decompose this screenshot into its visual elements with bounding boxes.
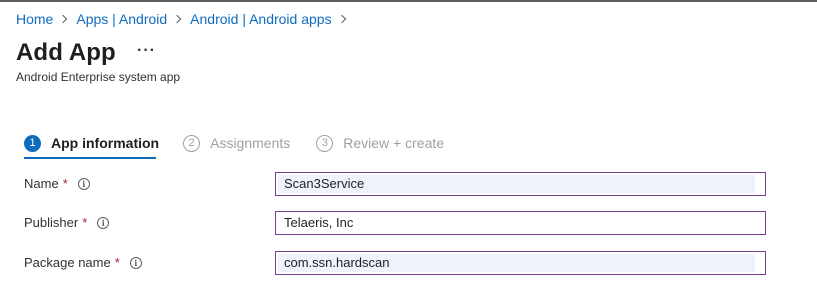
info-icon[interactable]: i bbox=[129, 256, 142, 269]
step-number-3: 3 bbox=[316, 134, 334, 152]
field-value: Scan3Service bbox=[284, 176, 365, 191]
tab-review-create[interactable]: 3 Review + create bbox=[316, 132, 444, 154]
wizard-steps: 1 App information 2 Assignments 3 Review… bbox=[24, 132, 444, 159]
step-number-2: 2 bbox=[183, 134, 201, 152]
step-label: Assignments bbox=[210, 135, 291, 151]
tab-assignments[interactable]: 2 Assignments bbox=[183, 132, 290, 154]
form-row-publisher: Publisher * i Telaeris, Inc bbox=[24, 211, 766, 235]
chevron-right-icon bbox=[172, 14, 182, 24]
name-field[interactable]: Scan3Service bbox=[275, 172, 766, 196]
tab-app-information[interactable]: 1 App information bbox=[24, 132, 160, 159]
step-label: Review + create bbox=[343, 135, 445, 151]
breadcrumb-home[interactable]: Home bbox=[16, 11, 53, 27]
active-step-underline bbox=[24, 157, 156, 159]
publisher-label: Publisher * i bbox=[24, 215, 110, 230]
step-label: App information bbox=[51, 135, 160, 151]
form-row-name: Name * i Scan3Service bbox=[24, 172, 766, 196]
step-number-1: 1 bbox=[24, 134, 41, 152]
package-name-label: Package name * i bbox=[24, 255, 142, 270]
form-row-package-name: Package name * i com.ssn.hardscan bbox=[24, 251, 766, 275]
top-border bbox=[0, 0, 817, 2]
required-indicator: * bbox=[114, 255, 120, 270]
chevron-right-icon bbox=[59, 14, 68, 24]
field-label: Publisher bbox=[24, 215, 79, 230]
package-name-field[interactable]: com.ssn.hardscan bbox=[275, 251, 766, 275]
breadcrumb-android-apps[interactable]: Android | Android apps bbox=[190, 11, 331, 27]
field-label: Name bbox=[24, 176, 59, 191]
info-icon[interactable]: i bbox=[77, 177, 90, 190]
required-indicator: * bbox=[62, 176, 68, 191]
breadcrumb: Home Apps | Android Android | Android ap… bbox=[16, 11, 355, 27]
name-label: Name * i bbox=[24, 176, 90, 191]
more-options-button[interactable]: ··· bbox=[137, 42, 156, 60]
chevron-right-icon bbox=[337, 14, 346, 24]
breadcrumb-apps-android[interactable]: Apps | Android bbox=[76, 11, 167, 27]
page-title: Add App bbox=[16, 39, 116, 66]
field-value: Telaeris, Inc bbox=[284, 215, 354, 230]
field-value: com.ssn.hardscan bbox=[284, 255, 390, 270]
field-label: Package name bbox=[24, 255, 111, 270]
page-subtitle: Android Enterprise system app bbox=[16, 70, 181, 84]
publisher-field[interactable]: Telaeris, Inc bbox=[275, 211, 766, 235]
required-indicator: * bbox=[82, 215, 88, 230]
info-icon[interactable]: i bbox=[97, 216, 110, 229]
